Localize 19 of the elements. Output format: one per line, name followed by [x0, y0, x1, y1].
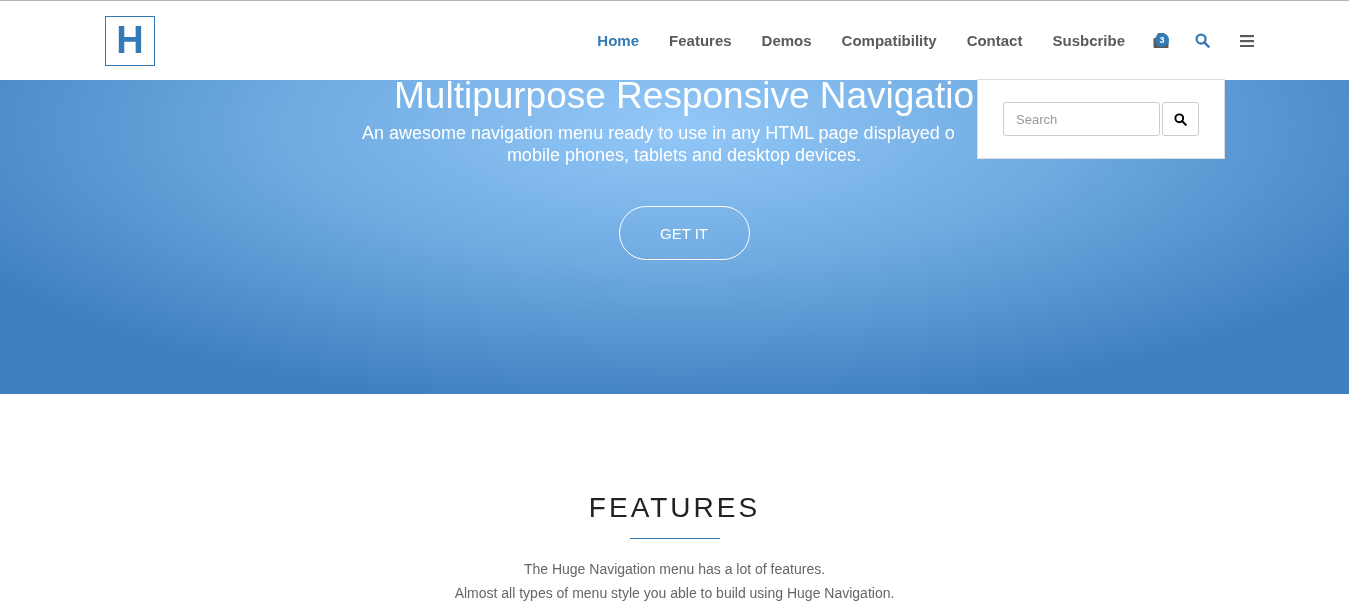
search-field[interactable]: Search: [1003, 102, 1160, 136]
nav-link[interactable]: Home: [582, 32, 655, 49]
nav-link[interactable]: Contact: [951, 32, 1038, 49]
cart-button[interactable]: 3: [1153, 33, 1169, 48]
search-button[interactable]: [1162, 102, 1199, 136]
features-description: The Huge Navigation menu has a lot of features. Almost all types of menu style you able to build using Huge Navigation.: [454, 560, 895, 601]
menu-button[interactable]: [1240, 34, 1254, 47]
logo[interactable]: H: [105, 15, 155, 66]
search-toggle-button[interactable]: [1195, 33, 1210, 48]
nav-link[interactable]: Features: [654, 32, 747, 49]
nav-link[interactable]: Demos: [746, 32, 827, 49]
hero-title: Multipurpose Responsive Navigatio: [393, 74, 975, 118]
search-icon: [1174, 112, 1187, 126]
features-heading: FEATURES: [588, 492, 761, 524]
search-icon: [1195, 33, 1210, 48]
hero-subtitle: An awesome navigation menu ready to use in any HTML page displayed o mobile phones, tablets and desktop devices.: [362, 122, 956, 166]
nav-link[interactable]: Susbcribe: [1037, 32, 1140, 49]
nav-link[interactable]: Compatibility: [826, 32, 952, 49]
menu-icon: [1240, 34, 1254, 47]
